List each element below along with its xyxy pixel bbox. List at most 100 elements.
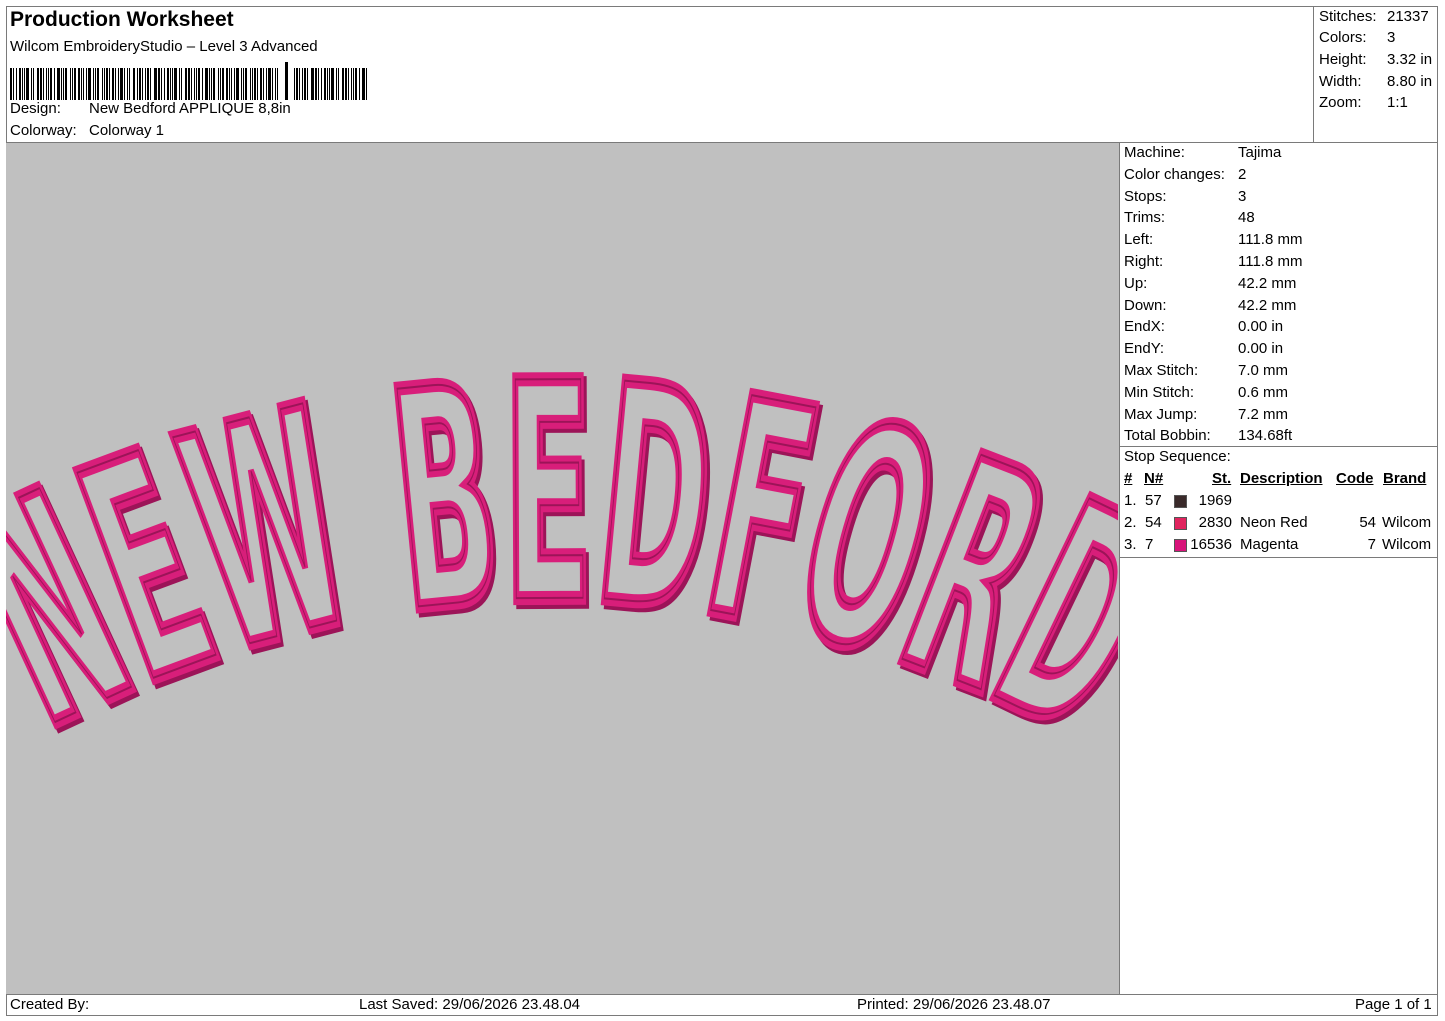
barcode-bar [170, 68, 171, 100]
software-name: Wilcom EmbroideryStudio – Level 3 Advanc… [10, 38, 318, 55]
barcode-bar [145, 68, 146, 100]
barcode-bar [10, 68, 12, 100]
col-description-header: Description [1240, 470, 1323, 487]
created-by: Created By: [10, 996, 90, 1013]
machine-info-row: Down: 42.2 mm [1124, 297, 1296, 314]
barcode-bar [106, 68, 108, 100]
barcode-bar [254, 68, 256, 100]
barcode-bar [139, 68, 141, 100]
barcode-bar [307, 68, 308, 100]
barcode-bar [37, 68, 39, 100]
machine-info-value: 7.0 mm [1238, 362, 1289, 379]
barcode-bar [104, 68, 105, 100]
machine-info-value: 0.00 in [1238, 340, 1284, 358]
barcode-bar [327, 68, 328, 100]
row-code: 7 [1367, 536, 1376, 553]
row-description: Magenta [1240, 536, 1299, 553]
machine-info-label: Right: [1124, 253, 1164, 270]
barcode-bar [275, 68, 276, 100]
barcode-bar [226, 68, 228, 100]
row-needle: 7 [1145, 536, 1154, 553]
barcode-bar [231, 68, 232, 100]
zoom-value: 1:1 [1387, 94, 1408, 111]
machine-info-value: 0.00 in [1238, 318, 1284, 336]
barcode-bar [142, 68, 143, 100]
width-label: Width: [1319, 73, 1362, 90]
barcode-bar [318, 68, 319, 100]
barcode-bar [154, 68, 157, 100]
height-row: Height: 3.32 in [1319, 51, 1432, 68]
barcode-bar [61, 68, 62, 100]
machine-info-row: Color changes: 2 [1124, 166, 1246, 183]
width-row: Width: 8.80 in [1319, 73, 1432, 90]
barcode-bar [194, 68, 195, 100]
barcode-bar [158, 68, 160, 100]
barcode-bar [179, 68, 180, 100]
barcode-bar [299, 68, 300, 100]
color-swatch [1174, 539, 1187, 552]
barcode-bar [338, 68, 339, 100]
barcode-bar [196, 68, 197, 100]
printed-date: Printed: 29/06/2026 23.48.07 [857, 996, 1051, 1013]
barcode-bar [19, 68, 21, 100]
barcode-bar [348, 68, 349, 100]
machine-info-label: Left: [1124, 231, 1154, 249]
colorway-label: Colorway: [10, 122, 77, 139]
barcode-bar [93, 68, 94, 100]
colorway-row: Colorway: Colorway 1 [10, 122, 164, 139]
machine-info-row: Total Bobbin: 134.68ft [1124, 427, 1292, 444]
summary-box: Stitches: 21337 Colors: 3 Height: 3.32 in W… [1314, 6, 1438, 143]
stop-sequence-row: 2. 54 2830 Neon Red 54 Wilcom [1124, 514, 1436, 534]
barcode-bar [129, 68, 130, 100]
stitches-value: 21337 [1387, 8, 1429, 25]
barcode-bar [342, 68, 344, 100]
barcode-bar [181, 68, 182, 100]
color-swatch [1174, 517, 1187, 530]
barcode-bar [72, 68, 73, 100]
col-num-header: # [1124, 470, 1133, 487]
machine-info-panel: Machine: Tajima Color changes: 2 Stops: 3 Trim… [1120, 143, 1438, 994]
machine-info-label: Down: [1124, 296, 1167, 314]
machine-info-row: Left: 111.8 mm [1124, 231, 1302, 248]
barcode-bar [304, 68, 306, 100]
barcode-bar [345, 68, 347, 100]
barcode-bar [147, 68, 149, 100]
machine-info-row: Machine: Tajima [1124, 144, 1281, 161]
embroidery-preview-svg: NEW BEDFORD NEW BEDFORD NEW BEDFORD [0, 313, 1211, 812]
barcode-bar [95, 68, 96, 100]
machine-info-label: Max Jump: [1124, 405, 1198, 423]
barcode-bar [218, 68, 219, 100]
barcode-bar [263, 68, 264, 100]
row-needle: 57 [1145, 492, 1162, 509]
barcode-bar [13, 68, 14, 100]
barcode-bar [109, 68, 110, 100]
barcode-bar [102, 68, 103, 100]
col-needle-header: N# [1144, 470, 1164, 487]
barcode-bar [329, 68, 330, 100]
machine-info-value: 42.2 mm [1238, 296, 1297, 314]
barcode-bar [245, 68, 247, 100]
barcode-bar [70, 68, 71, 100]
color-swatch [1174, 495, 1187, 508]
machine-info-row: Right: 111.8 mm [1124, 253, 1302, 270]
barcode-bar [81, 68, 82, 100]
col-code-header: Code [1336, 470, 1374, 487]
machine-info-row: Min Stitch: 0.6 mm [1124, 384, 1288, 401]
row-brand: Wilcom [1382, 536, 1432, 553]
barcode-bar [294, 68, 295, 100]
machine-info-value: 7.2 mm [1238, 405, 1289, 423]
barcode-bar [118, 68, 119, 100]
barcode-bar [86, 68, 87, 100]
barcode-bar [296, 68, 298, 100]
machine-info-label: Max Stitch: [1124, 362, 1199, 379]
page-title: Production Worksheet [10, 8, 234, 31]
design-label: Design: [10, 100, 61, 117]
worksheet-header: Production Worksheet Wilcom EmbroiderySt… [6, 6, 1314, 143]
barcode-bar [188, 68, 190, 100]
barcode-bar [266, 68, 267, 100]
colorway-value: Colorway 1 [89, 122, 165, 139]
barcode-bar [63, 68, 64, 100]
barcode-bar [260, 68, 262, 100]
zoom-label: Zoom: [1319, 94, 1362, 111]
barcode-bar [315, 68, 317, 100]
